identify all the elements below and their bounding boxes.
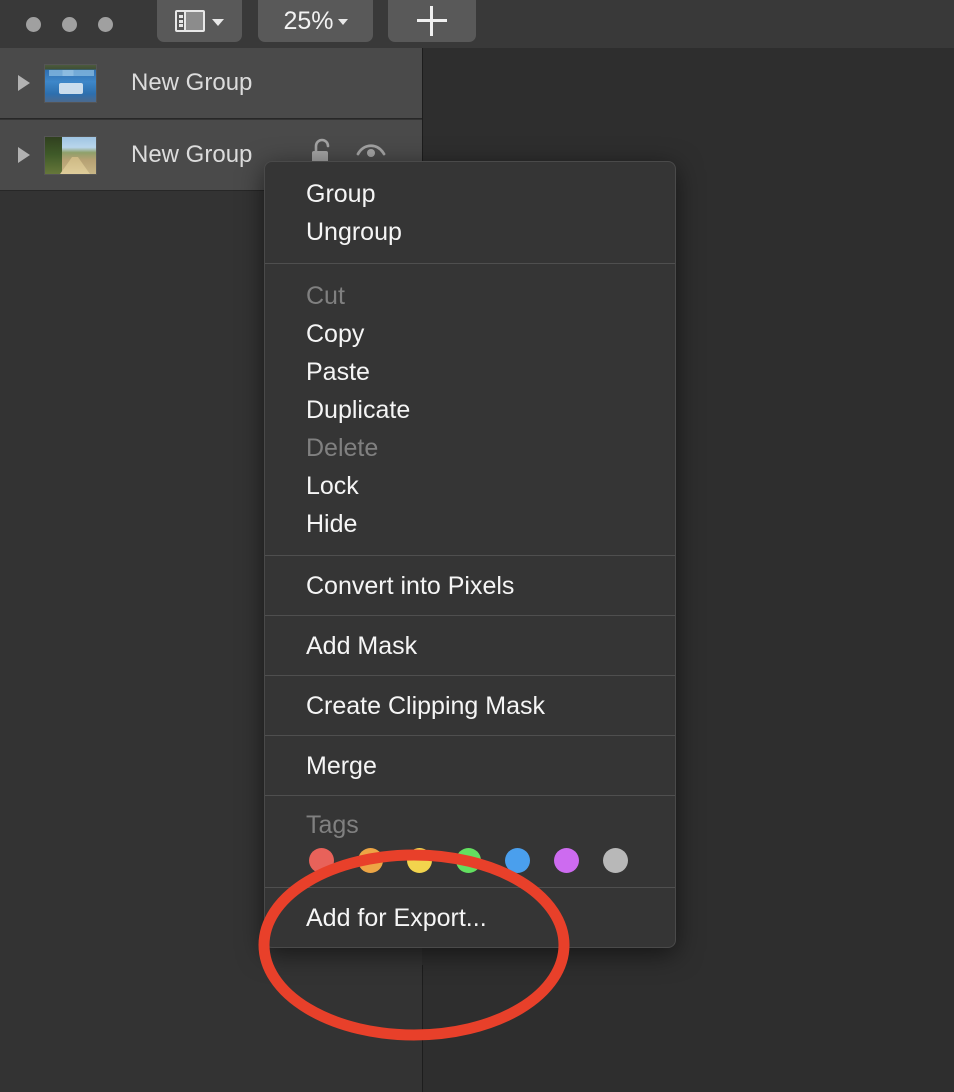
menu-item-lock[interactable]: Lock xyxy=(265,467,675,505)
menu-item-convert-into-pixels[interactable]: Convert into Pixels xyxy=(265,567,675,605)
zoom-button[interactable] xyxy=(98,16,113,32)
menu-item-add-for-export[interactable]: Add for Export... xyxy=(265,899,675,937)
menu-item-tags-label: Tags xyxy=(306,810,359,839)
layer-thumbnail xyxy=(44,135,97,175)
menu-item-hide[interactable]: Hide xyxy=(265,505,675,543)
menu-item-paste[interactable]: Paste xyxy=(265,353,675,391)
tag-swatch-purple[interactable] xyxy=(554,848,579,873)
minimize-button[interactable] xyxy=(62,16,77,32)
tag-swatch-blue[interactable] xyxy=(505,848,530,873)
tag-swatch-yellow[interactable] xyxy=(407,848,432,873)
menu-item-create-clipping-mask[interactable]: Create Clipping Mask xyxy=(265,687,675,725)
tag-swatch-gray[interactable] xyxy=(603,848,628,873)
menu-group-edit: Cut Copy Paste Duplicate Delete Lock Hid… xyxy=(265,264,675,555)
layer-row[interactable]: New Group xyxy=(0,48,422,119)
menu-group-clipping-mask: Create Clipping Mask xyxy=(265,676,675,735)
menu-item-group[interactable]: Group xyxy=(265,175,675,213)
menu-group-grouping: Group Ungroup xyxy=(265,162,675,263)
zoom-level-button[interactable]: 25% xyxy=(258,0,373,42)
chevron-down-icon xyxy=(212,18,224,26)
toolbar: 25% xyxy=(0,0,954,49)
plus-icon xyxy=(417,6,447,36)
tag-swatch-orange[interactable] xyxy=(358,848,383,873)
menu-group-convert: Convert into Pixels xyxy=(265,556,675,615)
zoom-level-label: 25% xyxy=(283,6,334,35)
disclosure-triangle-icon[interactable] xyxy=(18,147,30,163)
disclosure-triangle-icon[interactable] xyxy=(18,75,30,91)
sidebar-canvas-divider-lower xyxy=(422,965,423,1092)
chevron-down-icon xyxy=(337,19,348,25)
menu-item-delete: Delete xyxy=(306,433,379,462)
menu-group-export: Add for Export... xyxy=(265,888,675,947)
menu-item-cut: Cut xyxy=(306,281,345,310)
menu-item-merge[interactable]: Merge xyxy=(265,747,675,785)
layer-thumbnail xyxy=(44,63,97,103)
sidebar-layout-icon xyxy=(175,10,205,32)
window-traffic-lights xyxy=(26,5,113,43)
menu-item-duplicate[interactable]: Duplicate xyxy=(265,391,675,429)
context-menu[interactable]: Group Ungroup Cut Copy Paste Duplicate D… xyxy=(264,161,676,948)
menu-group-merge: Merge xyxy=(265,736,675,795)
tag-swatch-green[interactable] xyxy=(456,848,481,873)
layer-name-label: New Group xyxy=(131,141,253,168)
close-button[interactable] xyxy=(26,16,41,32)
tag-color-swatches[interactable] xyxy=(265,848,675,873)
menu-item-ungroup[interactable]: Ungroup xyxy=(265,213,675,251)
menu-group-tags: Tags xyxy=(265,796,675,887)
menu-item-add-mask[interactable]: Add Mask xyxy=(265,627,675,665)
eye-icon[interactable] xyxy=(356,141,386,163)
layer-name-label: New Group xyxy=(131,69,253,96)
add-button[interactable] xyxy=(388,0,476,42)
menu-item-copy[interactable]: Copy xyxy=(265,315,675,353)
menu-group-add-mask: Add Mask xyxy=(265,616,675,675)
layout-options-button[interactable] xyxy=(157,0,242,42)
tag-swatch-red[interactable] xyxy=(309,848,334,873)
